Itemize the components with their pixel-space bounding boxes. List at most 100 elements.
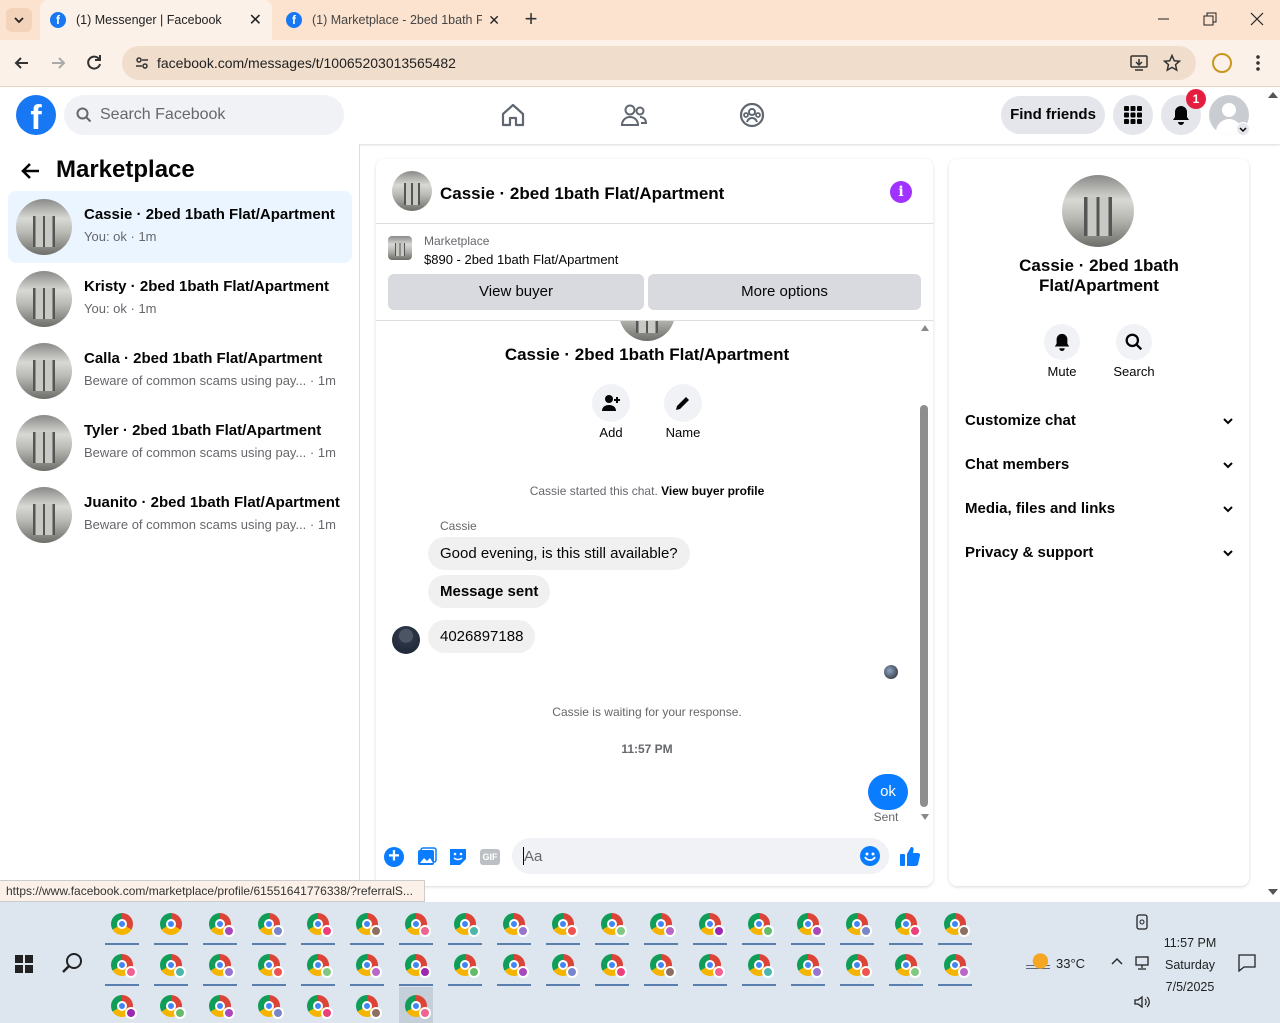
taskbar-chrome-window-icon[interactable] xyxy=(791,946,825,986)
details-avatar[interactable] xyxy=(1062,175,1134,247)
taskbar-chrome-window-icon[interactable] xyxy=(644,905,678,945)
taskbar-chrome-window-icon[interactable] xyxy=(105,987,139,1023)
action-center-button[interactable] xyxy=(1238,954,1256,972)
my-message-bubble[interactable]: ok xyxy=(868,774,908,810)
back-button[interactable] xyxy=(12,53,32,73)
page-scroll-down[interactable] xyxy=(1268,889,1278,895)
emoji-button[interactable] xyxy=(860,846,880,866)
sender-avatar[interactable] xyxy=(392,626,420,654)
weather-icon[interactable] xyxy=(1026,953,1050,973)
taskbar-chrome-window-icon[interactable] xyxy=(693,946,727,986)
taskbar-chrome-window-icon[interactable] xyxy=(252,987,286,1023)
taskbar-chrome-window-icon[interactable] xyxy=(840,905,874,945)
taskbar-chrome-window-icon[interactable] xyxy=(203,905,237,945)
minimize-button[interactable] xyxy=(1156,10,1172,26)
chrome-menu-icon[interactable] xyxy=(1256,54,1260,72)
taskbar-chrome-window-icon[interactable] xyxy=(742,905,776,945)
search-in-conversation-button[interactable] xyxy=(1116,324,1152,360)
taskbar-chrome-window-icon[interactable] xyxy=(791,905,825,945)
taskbar-chrome-window-icon[interactable] xyxy=(252,946,286,986)
site-info-icon[interactable] xyxy=(134,55,150,71)
chat-title[interactable]: Cassie · 2bed 1bath Flat/Apartment xyxy=(440,184,724,204)
taskbar-chrome-window-icon[interactable] xyxy=(840,946,874,986)
taskbar-chrome-window-icon[interactable] xyxy=(154,987,188,1023)
tab-messenger[interactable]: f (1) Messenger | Facebook ✕ xyxy=(40,0,272,40)
taskbar-chrome-window-icon[interactable] xyxy=(693,905,727,945)
network-icon[interactable] xyxy=(1133,955,1151,971)
search-input[interactable]: Search Facebook xyxy=(64,95,344,135)
taskbar-chrome-window-icon[interactable] xyxy=(497,946,531,986)
sticker-button[interactable] xyxy=(448,847,468,867)
taskbar-chrome-window-icon[interactable] xyxy=(105,946,139,986)
facebook-logo-icon[interactable]: f xyxy=(16,95,56,135)
taskbar-chrome-window-icon[interactable] xyxy=(742,946,776,986)
taskbar-chrome-window-icon[interactable] xyxy=(448,946,482,986)
page-scroll-up[interactable] xyxy=(1268,92,1278,98)
add-people-button[interactable] xyxy=(592,384,630,422)
taskbar-chrome-window-icon[interactable] xyxy=(154,905,188,945)
more-options-button[interactable]: More options xyxy=(648,274,921,310)
chat-avatar[interactable] xyxy=(392,171,432,211)
weather-temperature[interactable]: 33°C xyxy=(1056,956,1085,971)
address-bar[interactable]: facebook.com/messages/t/1006520301356548… xyxy=(122,46,1196,80)
tab-search-button[interactable] xyxy=(6,8,32,32)
volume-icon[interactable] xyxy=(1133,994,1151,1010)
back-to-chats-button[interactable] xyxy=(20,160,42,182)
taskbar-chrome-window-icon[interactable] xyxy=(595,905,629,945)
taskbar-chrome-window-icon[interactable] xyxy=(399,905,433,945)
taskbar-chrome-window-icon[interactable] xyxy=(350,987,384,1023)
gif-button[interactable]: GIF xyxy=(480,849,500,865)
show-hidden-icons[interactable] xyxy=(1110,955,1124,969)
message-bubble[interactable]: Message sent xyxy=(428,575,551,608)
taskbar-chrome-window-icon[interactable] xyxy=(889,905,923,945)
thread-scrollbar[interactable] xyxy=(918,321,930,831)
taskbar-chrome-window-icon[interactable] xyxy=(399,946,433,986)
restore-button[interactable] xyxy=(1202,12,1218,28)
taskbar-chrome-window-icon[interactable] xyxy=(350,905,384,945)
nav-friends[interactable] xyxy=(620,102,648,128)
taskbar-chrome-window-icon[interactable] xyxy=(399,987,433,1023)
taskbar-chrome-window-icon[interactable] xyxy=(889,946,923,986)
chat-list-item[interactable]: Calla · 2bed 1bath Flat/Apartment Beware… xyxy=(8,335,352,407)
attach-photo-button[interactable] xyxy=(417,847,437,867)
chat-members-section[interactable]: Chat members xyxy=(965,456,1235,473)
privacy-support-section[interactable]: Privacy & support xyxy=(965,544,1235,561)
find-friends-button[interactable]: Find friends xyxy=(1001,96,1105,134)
view-buyer-profile-link[interactable]: View buyer profile xyxy=(661,484,764,498)
reload-button[interactable] xyxy=(84,53,104,73)
message-input[interactable]: Aa xyxy=(512,838,889,874)
close-window-button[interactable] xyxy=(1249,11,1265,27)
chat-list-item[interactable]: Kristy · 2bed 1bath Flat/Apartment You: … xyxy=(8,263,352,335)
taskbar-chrome-window-icon[interactable] xyxy=(644,946,678,986)
taskbar-chrome-window-icon[interactable] xyxy=(203,987,237,1023)
chat-list-item[interactable]: Juanito · 2bed 1bath Flat/Apartment Bewa… xyxy=(8,479,352,551)
start-button[interactable] xyxy=(15,955,33,973)
new-tab-button[interactable]: + xyxy=(520,8,542,31)
taskbar-chrome-window-icon[interactable] xyxy=(350,946,384,986)
view-buyer-button[interactable]: View buyer xyxy=(388,274,644,310)
taskbar-chrome-window-icon[interactable] xyxy=(301,987,335,1023)
more-actions-button[interactable]: + xyxy=(384,846,404,867)
close-tab-icon[interactable]: ✕ xyxy=(488,12,500,29)
taskbar-chrome-window-icon[interactable] xyxy=(938,905,972,945)
conversation-info-button[interactable]: i xyxy=(890,181,912,203)
taskbar-chrome-window-icon[interactable] xyxy=(938,946,972,986)
taskbar-chrome-window-icon[interactable] xyxy=(154,946,188,986)
mute-button[interactable] xyxy=(1044,324,1080,360)
install-app-icon[interactable] xyxy=(1130,54,1148,72)
clock[interactable]: 11:57 PM Saturday 7/5/2025 xyxy=(1160,932,1220,998)
taskbar-chrome-window-icon[interactable] xyxy=(105,905,139,945)
close-tab-icon[interactable]: ✕ xyxy=(249,10,262,30)
taskbar-chrome-window-icon[interactable] xyxy=(595,946,629,986)
nav-home[interactable] xyxy=(500,102,526,128)
media-files-links-section[interactable]: Media, files and links xyxy=(965,500,1235,517)
taskbar-chrome-window-icon[interactable] xyxy=(203,946,237,986)
meet-now-icon[interactable] xyxy=(1135,914,1149,930)
taskbar-chrome-window-icon[interactable] xyxy=(301,905,335,945)
taskbar-chrome-window-icon[interactable] xyxy=(546,905,580,945)
chat-list-item[interactable]: Cassie · 2bed 1bath Flat/Apartment You: … xyxy=(8,191,352,263)
menu-button[interactable] xyxy=(1113,95,1153,135)
customize-chat-section[interactable]: Customize chat xyxy=(965,412,1235,429)
message-bubble[interactable]: Good evening, is this still available? xyxy=(428,537,690,570)
like-button[interactable] xyxy=(899,845,921,867)
